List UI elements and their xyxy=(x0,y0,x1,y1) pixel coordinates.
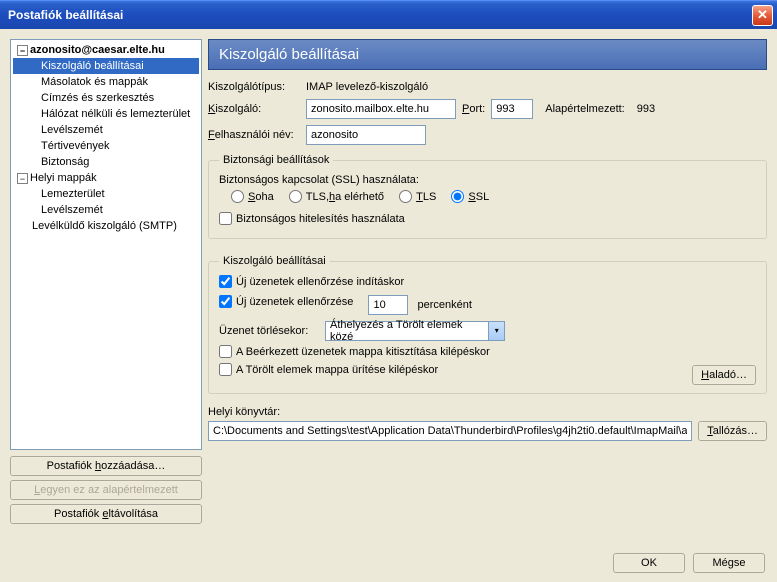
radio-tls-avail[interactable]: TLS, ha elérhető xyxy=(289,190,384,203)
tree-account-label: azonosito@caesar.elte.hu xyxy=(30,44,165,56)
delete-action-value: Áthelyezés a Törölt elemek közé xyxy=(330,319,484,343)
username-label: Felhasználói név: xyxy=(208,129,300,141)
page-title: Kiszolgáló beállításai xyxy=(208,39,767,70)
server-label: Kiszolgáló: xyxy=(208,103,300,115)
tree-item-junk-local[interactable]: Levélszemét xyxy=(13,202,199,218)
default-port-label: Alapértelmezett: xyxy=(545,103,624,115)
window-title: Postafiók beállításai xyxy=(8,8,752,22)
tree-item-diskspace[interactable]: Lemezterület xyxy=(13,186,199,202)
tree-account[interactable]: − azonosito@caesar.elte.hu xyxy=(13,42,199,58)
local-dir-input[interactable] xyxy=(208,421,692,441)
server-settings-group: Kiszolgáló beállításai Új üzenetek ellen… xyxy=(208,255,767,394)
radio-ssl[interactable]: SSL xyxy=(451,190,489,203)
local-dir-label: Helyi könyvtár: xyxy=(208,406,767,418)
ssl-use-label: Biztonságos kapcsolat (SSL) használata: xyxy=(219,174,756,186)
set-default-button: Legyen ez az alapértelmezett xyxy=(10,480,202,500)
tree-local-folders-label: Helyi mappák xyxy=(30,172,97,184)
tree-item-composition[interactable]: Címzés és szerkesztés xyxy=(13,90,199,106)
browse-button[interactable]: Tallózás… xyxy=(698,421,767,441)
main-panel: Kiszolgáló beállításai Kiszolgálótípus: … xyxy=(208,39,767,524)
tree-item-security[interactable]: Biztonság xyxy=(13,154,199,170)
check-interval-checkbox[interactable]: Új üzenetek ellenőrzése xyxy=(219,295,353,308)
empty-trash-checkbox[interactable]: A Törölt elemek mappa ürítése kilépéskor xyxy=(219,363,438,376)
cancel-button[interactable]: Mégse xyxy=(693,553,765,573)
close-icon[interactable]: ✕ xyxy=(752,5,773,26)
minutes-label: percenként xyxy=(418,299,472,311)
advanced-button[interactable]: Haladó… xyxy=(692,365,756,385)
account-tree[interactable]: − azonosito@caesar.elte.hu Kiszolgáló be… xyxy=(10,39,202,450)
sidebar: − azonosito@caesar.elte.hu Kiszolgáló be… xyxy=(10,39,202,524)
delete-action-select[interactable]: Áthelyezés a Törölt elemek közé ▾ xyxy=(325,321,505,341)
tree-item-copies[interactable]: Másolatok és mappák xyxy=(13,74,199,90)
tree-item-junk[interactable]: Levélszemét xyxy=(13,122,199,138)
remove-account-button[interactable]: Postafiók eltávolítása xyxy=(10,504,202,524)
server-settings-legend: Kiszolgáló beállításai xyxy=(219,255,330,267)
check-startup-checkbox[interactable]: Új üzenetek ellenőrzése indításkor xyxy=(219,275,404,288)
dialog-footer: OK Mégse xyxy=(0,544,777,582)
interval-input[interactable] xyxy=(368,295,408,315)
tree-item-offline[interactable]: Hálózat nélküli és lemezterület xyxy=(13,106,199,122)
secure-auth-checkbox[interactable]: Biztonságos hitelesítés használata xyxy=(219,212,405,225)
default-port-value: 993 xyxy=(637,103,655,115)
window-titlebar: Postafiók beállításai ✕ xyxy=(0,0,777,29)
tree-item-receipts[interactable]: Tértivevények xyxy=(13,138,199,154)
ok-button[interactable]: OK xyxy=(613,553,685,573)
tree-item-server-settings[interactable]: Kiszolgáló beállításai xyxy=(13,58,199,74)
tree-smtp[interactable]: Levélküldő kiszolgáló (SMTP) xyxy=(13,218,199,234)
cleanup-inbox-checkbox[interactable]: A Beérkezett üzenetek mappa kitisztítása… xyxy=(219,345,490,358)
collapse-icon[interactable]: − xyxy=(17,173,28,184)
server-input[interactable] xyxy=(306,99,456,119)
server-type-label: Kiszolgálótípus: xyxy=(208,81,300,93)
security-settings-group: Biztonsági beállítások Biztonságos kapcs… xyxy=(208,154,767,239)
delete-action-label: Üzenet törlésekor: xyxy=(219,325,319,337)
server-type-value: IMAP levelező-kiszolgáló xyxy=(306,81,428,93)
radio-tls[interactable]: TLS xyxy=(399,190,436,203)
add-account-button[interactable]: Postafiók hozzáadása… xyxy=(10,456,202,476)
port-label: Port: xyxy=(462,103,485,115)
collapse-icon[interactable]: − xyxy=(17,45,28,56)
username-input[interactable] xyxy=(306,125,426,145)
port-input[interactable] xyxy=(491,99,533,119)
chevron-down-icon: ▾ xyxy=(488,322,504,340)
security-legend: Biztonsági beállítások xyxy=(219,154,333,166)
tree-local-folders[interactable]: − Helyi mappák xyxy=(13,170,199,186)
radio-never[interactable]: Soha xyxy=(231,190,274,203)
